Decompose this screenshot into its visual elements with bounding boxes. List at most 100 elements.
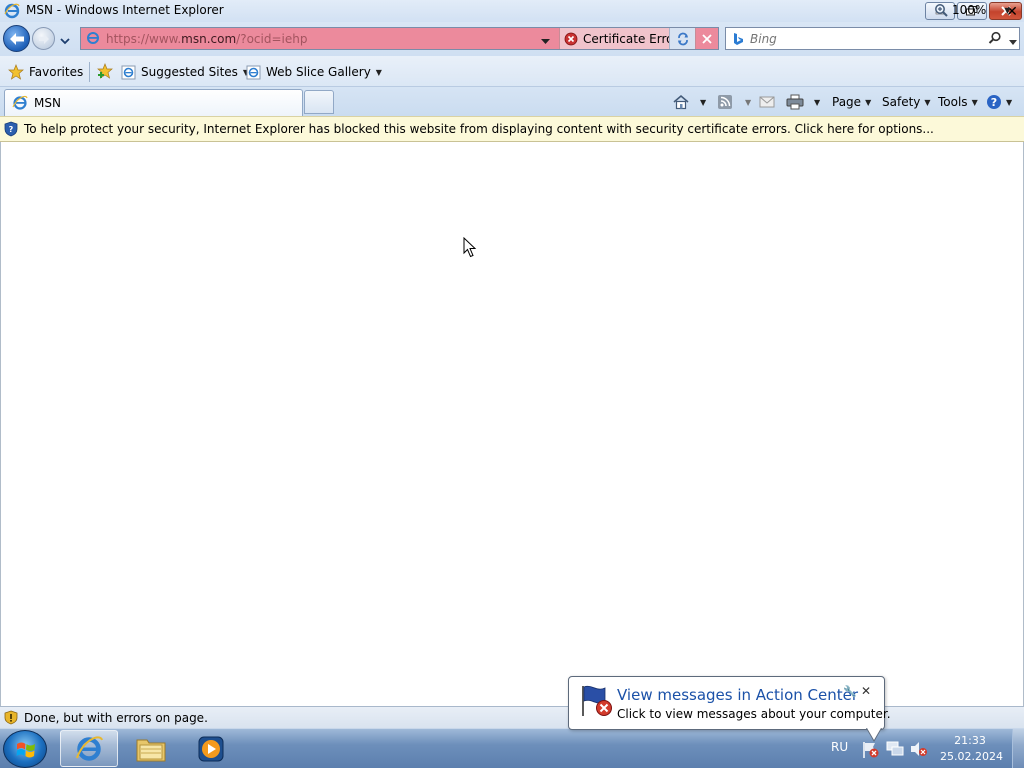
tab-label: MSN xyxy=(34,96,61,110)
security-shield-icon: ? xyxy=(4,121,18,137)
chevron-down-icon: ▼ xyxy=(375,67,382,77)
show-desktop-button[interactable] xyxy=(1012,729,1024,768)
search-options-dropdown[interactable] xyxy=(1009,35,1017,49)
desktop-screen: MSN - Windows Internet Explorer https://… xyxy=(0,0,1024,768)
warning-shield-icon[interactable] xyxy=(4,710,18,725)
page-menu-label: Page xyxy=(832,95,862,109)
favorites-button[interactable]: Favorites xyxy=(8,62,83,82)
read-mail-button[interactable] xyxy=(759,91,775,113)
feeds-button[interactable]: ▼ xyxy=(717,91,751,113)
favorites-label: Favorites xyxy=(29,65,84,79)
rss-feed-icon xyxy=(718,95,732,109)
printer-icon xyxy=(786,94,804,110)
tools-menu-button[interactable]: Tools ▼ xyxy=(938,91,978,113)
certificate-error-button[interactable]: Certificate Error xyxy=(559,28,685,49)
suggested-sites-button[interactable]: Suggested Sites ▼ xyxy=(121,62,249,82)
internet-explorer-icon xyxy=(4,3,20,19)
internet-explorer-page-icon xyxy=(121,65,136,79)
information-bar[interactable]: ? To help protect your security, Interne… xyxy=(0,116,1024,142)
chevron-down-icon: ▼ xyxy=(924,97,931,107)
web-slice-gallery-button[interactable]: Web Slice Gallery ▼ xyxy=(246,62,382,82)
chevron-down-icon: ▼ xyxy=(814,97,821,107)
zoom-level-button[interactable]: 100% ▼ xyxy=(934,3,1010,17)
add-to-favorites-bar-button[interactable] xyxy=(96,62,114,83)
page-icon xyxy=(87,32,99,44)
folder-icon xyxy=(136,739,166,761)
volume-tray-icon[interactable] xyxy=(910,741,928,760)
stop-button[interactable] xyxy=(695,28,718,49)
search-box[interactable] xyxy=(725,27,1020,50)
internet-explorer-icon xyxy=(76,735,103,761)
chevron-down-icon: ▼ xyxy=(971,97,978,107)
action-center-tray-icon[interactable] xyxy=(862,741,880,762)
home-button[interactable]: ▼ xyxy=(672,91,706,113)
address-history-dropdown[interactable] xyxy=(541,34,550,48)
mouse-cursor-icon xyxy=(463,237,477,258)
action-center-notification[interactable]: View messages in Action Center Click to … xyxy=(568,676,891,730)
url-prefix: https://www. xyxy=(106,32,182,46)
search-input[interactable] xyxy=(750,29,980,48)
internet-explorer-page-icon xyxy=(246,65,261,79)
forward-arrow-icon xyxy=(38,33,49,44)
chevron-down-icon: ▼ xyxy=(1006,97,1013,107)
search-icon xyxy=(988,31,1001,44)
add-favorite-icon xyxy=(97,63,113,79)
taskbar-windows-media-player[interactable] xyxy=(182,730,240,767)
status-message: Done, but with errors on page. xyxy=(24,710,208,725)
stop-icon xyxy=(702,33,712,44)
chevron-down-icon: ▼ xyxy=(865,97,872,107)
page-content[interactable] xyxy=(0,142,1024,706)
home-icon xyxy=(673,94,689,110)
svg-text:?: ? xyxy=(991,96,997,109)
chevron-down-icon xyxy=(1009,40,1017,45)
notification-options-icon[interactable]: 🔧 xyxy=(843,685,857,698)
notification-pointer-fill xyxy=(867,728,881,740)
page-menu-button[interactable]: Page ▼ xyxy=(832,91,871,113)
chevron-down-icon: ▼ xyxy=(745,97,752,107)
system-clock[interactable]: 21:33 25.02.2024 xyxy=(940,733,1003,765)
help-icon: ? xyxy=(987,95,1001,109)
bing-icon xyxy=(734,33,743,45)
close-notification-button[interactable]: ✕ xyxy=(861,684,871,698)
taskbar-windows-explorer[interactable] xyxy=(122,730,180,767)
refresh-button[interactable] xyxy=(669,28,695,49)
favorites-separator xyxy=(89,62,90,82)
new-tab-button[interactable] xyxy=(304,90,334,114)
address-bar[interactable]: https://www.msn.com/?ocid=iehp Certifica… xyxy=(80,27,719,50)
network-tray-icon[interactable] xyxy=(886,741,904,760)
print-button[interactable]: ▼ xyxy=(786,91,820,113)
url-domain: msn.com xyxy=(181,32,237,46)
clock-date: 25.02.2024 xyxy=(940,750,1003,763)
action-center-flag-icon xyxy=(582,685,612,716)
chevron-down-icon: ▼ xyxy=(700,97,707,107)
tab-msn[interactable]: MSN xyxy=(4,89,303,116)
zoom-value: 100% xyxy=(952,3,987,17)
window-title-bar[interactable]: MSN - Windows Internet Explorer xyxy=(0,0,1024,22)
help-button[interactable]: ? ▼ xyxy=(986,91,1012,113)
error-shield-icon xyxy=(564,32,578,45)
mail-icon xyxy=(759,96,775,108)
star-icon xyxy=(8,64,24,80)
certificate-error-label: Certificate Error xyxy=(583,31,679,46)
zoom-icon xyxy=(935,4,948,17)
back-button[interactable] xyxy=(3,25,30,52)
safety-menu-button[interactable]: Safety ▼ xyxy=(882,91,931,113)
start-button[interactable] xyxy=(3,730,47,768)
favorites-bar: Favorites Suggested Sites ▼ Web Slice Ga… xyxy=(0,56,1024,87)
chevron-down-icon: ▼ xyxy=(1004,5,1011,15)
chevron-down-icon xyxy=(60,38,70,45)
suggested-sites-label: Suggested Sites xyxy=(141,65,238,79)
notification-text: Click to view messages about your comput… xyxy=(617,707,891,721)
notification-title: View messages in Action Center xyxy=(617,686,859,704)
taskbar-internet-explorer[interactable] xyxy=(60,730,118,767)
safety-menu-label: Safety xyxy=(882,95,921,109)
network-icon xyxy=(886,741,904,756)
forward-button[interactable] xyxy=(32,27,55,50)
input-language-indicator[interactable]: RU xyxy=(831,740,848,754)
address-url[interactable]: https://www.msn.com/?ocid=iehp xyxy=(106,32,307,46)
chevron-down-icon xyxy=(541,39,550,44)
svg-text:?: ? xyxy=(9,125,14,134)
action-center-flag-icon xyxy=(863,742,879,758)
recent-pages-dropdown[interactable] xyxy=(60,34,70,48)
search-button[interactable] xyxy=(988,31,1002,48)
